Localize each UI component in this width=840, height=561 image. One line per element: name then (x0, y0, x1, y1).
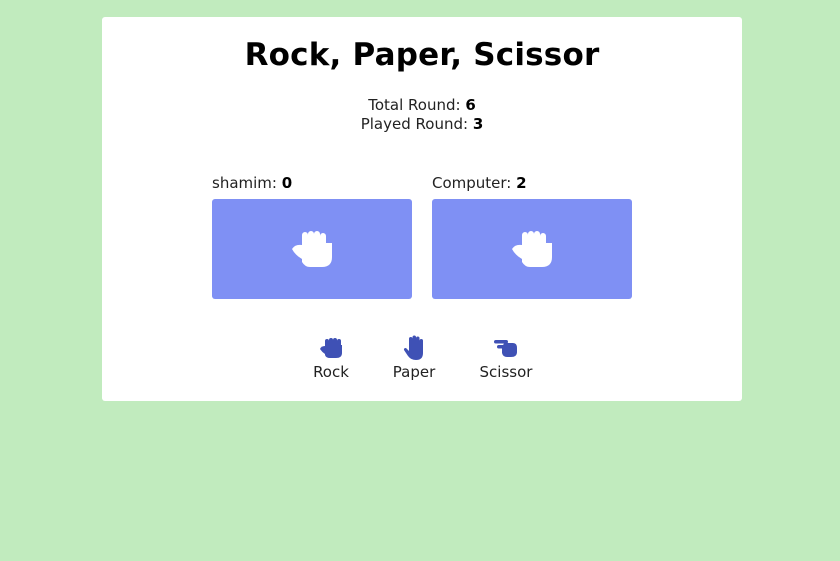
page-title: Rock, Paper, Scissor (244, 37, 600, 73)
user-name: shamim: (212, 174, 277, 192)
computer-name: Computer: (432, 174, 512, 192)
user-choice-box (212, 199, 412, 299)
rock-option-label: Rock (313, 363, 349, 381)
total-round-label: Total Round: (368, 96, 461, 114)
rock-fist-icon (292, 231, 332, 267)
round-info: Total Round: 6 Played Round: 3 (102, 96, 742, 134)
played-round-value: 3 (472, 115, 484, 133)
game-card: Rock, Paper, Scissor Total Round: 6 Play… (102, 17, 742, 401)
scissor-option-label: Scissor (479, 363, 533, 381)
total-round: Total Round: 6 (102, 96, 742, 115)
rock-option-button[interactable]: Rock (309, 335, 353, 381)
rock-fist-icon (512, 231, 552, 267)
computer-score-label: Computer: 2 (432, 174, 527, 192)
played-round: Played Round: 3 (102, 115, 742, 134)
paper-option-label: Paper (392, 363, 436, 381)
user-score: 0 (281, 174, 293, 192)
computer-choice-box (432, 199, 632, 299)
total-round-value: 6 (465, 96, 476, 114)
scissor-icon (494, 340, 517, 357)
scissor-option-button[interactable]: Scissor (477, 335, 535, 381)
paper-icon (403, 335, 423, 360)
rock-icon (320, 338, 342, 358)
computer-score: 2 (516, 174, 527, 192)
user-score-label: shamim: 0 (212, 174, 292, 192)
played-round-label: Played Round: (360, 115, 469, 133)
paper-option-button[interactable]: Paper (389, 335, 439, 381)
